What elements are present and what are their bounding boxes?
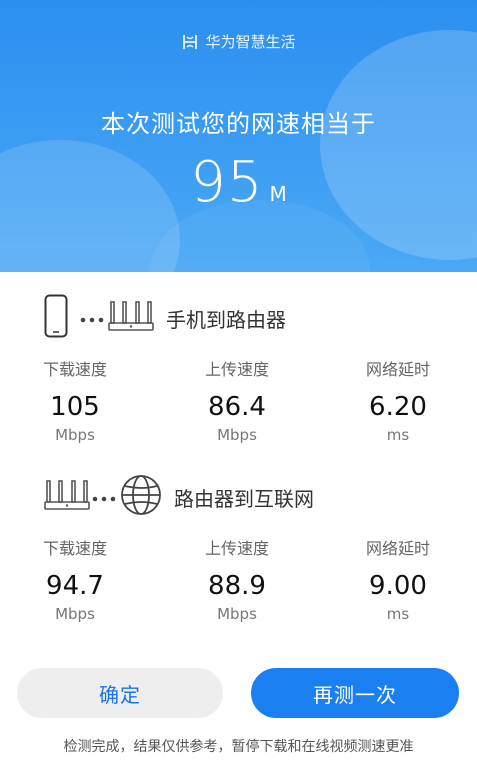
router-to-internet-header: 路由器到互联网 [44, 472, 314, 522]
speed-unit: M [269, 182, 287, 206]
stat-value: 86.4 [208, 392, 266, 422]
retest-button[interactable]: 再测一次 [251, 668, 459, 718]
stat-unit: Mbps [217, 605, 257, 623]
stat-label: 网络延时 [365, 539, 430, 558]
brand-name: 华为智慧生活 [205, 33, 296, 51]
router-icon [44, 478, 90, 516]
ellipsis-icon [92, 488, 116, 507]
latency-stat: 网络延时 9.00 ms [328, 535, 468, 623]
stat-unit: Mbps [55, 605, 95, 623]
upload-speed-stat: 上传速度 88.9 Mbps [167, 535, 307, 623]
stat-label: 下载速度 [42, 360, 107, 379]
speed-result: 95 M [0, 150, 477, 215]
stat-unit: Mbps [217, 426, 257, 444]
result-footnote: 检测完成，结果仅供参考，暂停下载和在线视频测速更准 [63, 739, 414, 755]
router-icon [108, 299, 154, 337]
brand: 华为智慧生活 [0, 31, 477, 52]
result-hero: 华为智慧生活 本次测试您的网速相当于 95 M [0, 0, 477, 272]
globe-icon [120, 474, 162, 520]
latency-stat: 网络延时 6.20 ms [328, 356, 468, 444]
download-speed-stat: 下载速度 105 Mbps [5, 356, 145, 444]
stat-unit: ms [386, 426, 410, 444]
stat-value: 105 [50, 392, 100, 422]
stat-label: 网络延时 [365, 360, 430, 379]
phone-icon [44, 294, 68, 342]
stat-value: 94.7 [46, 571, 104, 601]
section-title: 路由器到互联网 [174, 486, 314, 511]
stat-value: 9.00 [369, 571, 427, 601]
phone-to-router-header: 手机到路由器 [44, 293, 286, 343]
stat-label: 上传速度 [204, 539, 269, 558]
confirm-button[interactable]: 确定 [17, 668, 223, 718]
section-title: 手机到路由器 [166, 307, 286, 332]
upload-speed-stat: 上传速度 86.4 Mbps [167, 356, 307, 444]
download-speed-stat: 下载速度 94.7 Mbps [5, 535, 145, 623]
speed-value: 95 [190, 150, 264, 215]
stat-value: 88.9 [208, 571, 266, 601]
ellipsis-icon [80, 309, 104, 328]
stat-label: 上传速度 [204, 360, 269, 379]
huawei-smartlife-logo-icon [181, 33, 199, 51]
stat-unit: Mbps [55, 426, 95, 444]
stat-label: 下载速度 [42, 539, 107, 558]
stat-unit: ms [386, 605, 410, 623]
result-headline: 本次测试您的网速相当于 [101, 110, 376, 138]
stat-value: 6.20 [369, 392, 427, 422]
